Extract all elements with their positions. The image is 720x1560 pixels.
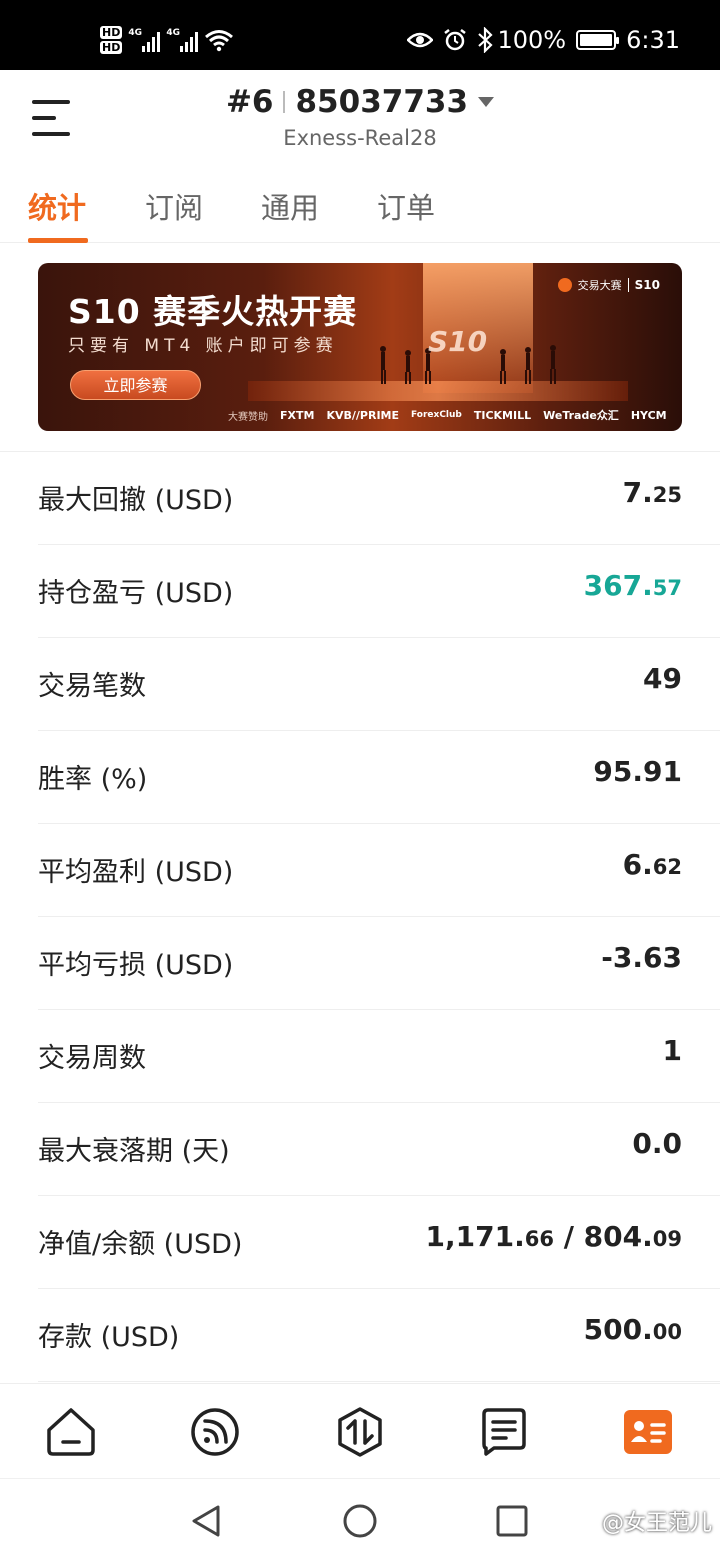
brand-season: S10	[627, 278, 660, 292]
battery-percent: 100%	[497, 26, 567, 54]
alarm-icon	[444, 29, 467, 51]
stat-value: 7.25	[622, 476, 682, 509]
dropdown-caret-icon	[478, 97, 495, 107]
battery-icon	[576, 30, 620, 50]
recents-icon[interactable]	[494, 1503, 530, 1539]
sponsor-fxtm: FXTM	[280, 408, 315, 422]
contest-banner[interactable]: S10 S10 赛季火热开赛 只要有 MT4 账户即可参赛 立即参赛 交易大赛 …	[38, 263, 682, 431]
account-number: 85037733	[295, 84, 469, 120]
server-name: Exness-Real28	[283, 126, 437, 150]
eye-icon	[407, 32, 434, 48]
stat-row-avg-loss: 平均亏损 (USD) -3.63	[38, 917, 720, 1010]
contest-logo-icon	[557, 278, 572, 292]
divider	[283, 91, 286, 113]
stat-label: 最大衰落期 (天)	[38, 1136, 230, 1167]
stat-value: 1,171.66 / 804.09	[425, 1220, 682, 1253]
tab-bar: 统计 订阅 通用 订单	[0, 170, 720, 243]
banner-s10-art: S10	[428, 325, 488, 358]
signal-1-icon: 4G	[128, 28, 161, 52]
trade-icon[interactable]	[334, 1406, 386, 1458]
stat-label: 平均盈利 (USD)	[38, 857, 234, 888]
back-icon[interactable]	[188, 1503, 224, 1539]
status-right: 100% 6:31	[407, 20, 680, 60]
stat-label: 持仓盈亏 (USD)	[38, 578, 234, 609]
stat-value: 0.0	[632, 1127, 682, 1160]
stat-label: 最大回撤 (USD)	[38, 485, 234, 516]
hd-indicator: HD HD	[100, 26, 123, 54]
status-bar: HD HD 4G 4G 100% 6:31	[0, 0, 720, 70]
bottom-nav	[0, 1383, 720, 1478]
account-selector[interactable]: #6 85037733 Exness-Real28	[0, 84, 720, 150]
tab-active-indicator	[28, 238, 88, 243]
profile-card-icon[interactable]	[622, 1406, 674, 1458]
message-icon[interactable]	[478, 1406, 530, 1458]
sponsor-wetrade: WeTrade众汇	[543, 409, 619, 422]
home-circle-icon[interactable]	[342, 1503, 378, 1539]
join-now-button[interactable]: 立即参赛	[70, 370, 201, 400]
stat-row-max-decline-period: 最大衰落期 (天) 0.0	[38, 1103, 720, 1196]
bluetooth-icon	[478, 27, 494, 53]
signal-feed-icon[interactable]	[189, 1406, 241, 1458]
app-header: #6 85037733 Exness-Real28	[0, 70, 720, 170]
stat-value: 367.57	[583, 569, 682, 602]
brand-name: 交易大赛	[577, 279, 622, 292]
stat-value: -3.63	[601, 941, 682, 974]
watermark: @女王范儿	[601, 1511, 712, 1536]
stat-row-trade-weeks: 交易周数 1	[38, 1010, 720, 1103]
statistics-list: 最大回撤 (USD) 7.25 持仓盈亏 (USD) 367.57 交易笔数 4…	[0, 451, 720, 1382]
sponsor-tickmill: TICKMILL	[473, 408, 532, 422]
rank-label: #6	[225, 84, 274, 120]
stat-row-trade-count: 交易笔数 49	[38, 638, 720, 731]
sponsor-forexclub: ForexClub	[411, 410, 462, 420]
hd1-label: HD	[100, 26, 123, 39]
banner-subtitle: 只要有 MT4 账户即可参赛	[68, 336, 338, 356]
stat-value: 95.91	[593, 755, 682, 788]
stat-label: 胜率 (%)	[38, 764, 148, 795]
sponsor-hycm: HYCM	[630, 408, 667, 422]
stat-row-win-rate: 胜率 (%) 95.91	[38, 731, 720, 824]
stat-value: 6.62	[622, 848, 682, 881]
stat-label: 交易笔数	[38, 671, 146, 702]
stat-row-floating-pnl: 持仓盈亏 (USD) 367.57	[38, 545, 720, 638]
stat-row-max-drawdown: 最大回撤 (USD) 7.25	[38, 452, 720, 545]
tab-statistics[interactable]: 统计	[28, 185, 86, 227]
stat-value: 49	[643, 662, 682, 695]
stat-value: 500.00	[583, 1313, 682, 1346]
tab-orders[interactable]: 订单	[377, 185, 435, 227]
stat-row-avg-profit: 平均盈利 (USD) 6.62	[38, 824, 720, 917]
stat-label: 平均亏损 (USD)	[38, 950, 234, 981]
sponsor-kvb: KVB//PRIME	[326, 408, 399, 422]
clock: 6:31	[626, 26, 680, 54]
stat-label: 存款 (USD)	[38, 1322, 180, 1353]
sponsor-label: 大赛赞助	[228, 411, 268, 423]
stat-label: 交易周数	[38, 1043, 146, 1074]
stat-value: 1	[662, 1034, 682, 1067]
signal-2-icon: 4G	[166, 28, 199, 52]
tab-subscribe[interactable]: 订阅	[145, 185, 203, 227]
contest-brand: 交易大赛 S10	[557, 277, 660, 293]
wifi-icon	[205, 30, 234, 52]
net2-label: 4G	[166, 28, 180, 38]
stat-row-equity-balance: 净值/余额 (USD) 1,171.66 / 804.09	[38, 1196, 720, 1289]
home-icon[interactable]	[45, 1406, 97, 1458]
stat-label: 净值/余额 (USD)	[38, 1229, 243, 1260]
system-nav-bar: @女王范儿	[0, 1478, 720, 1560]
tab-general[interactable]: 通用	[261, 185, 319, 227]
net1-label: 4G	[128, 28, 142, 38]
hd2-label: HD	[100, 41, 123, 54]
status-left: HD HD 4G 4G	[100, 20, 234, 60]
sponsor-strip: 大赛赞助 FXTM KVB//PRIME ForexClub TICKMILL …	[228, 407, 667, 423]
banner-title: S10 赛季火热开赛	[68, 292, 358, 331]
stat-row-deposit: 存款 (USD) 500.00	[38, 1289, 720, 1382]
